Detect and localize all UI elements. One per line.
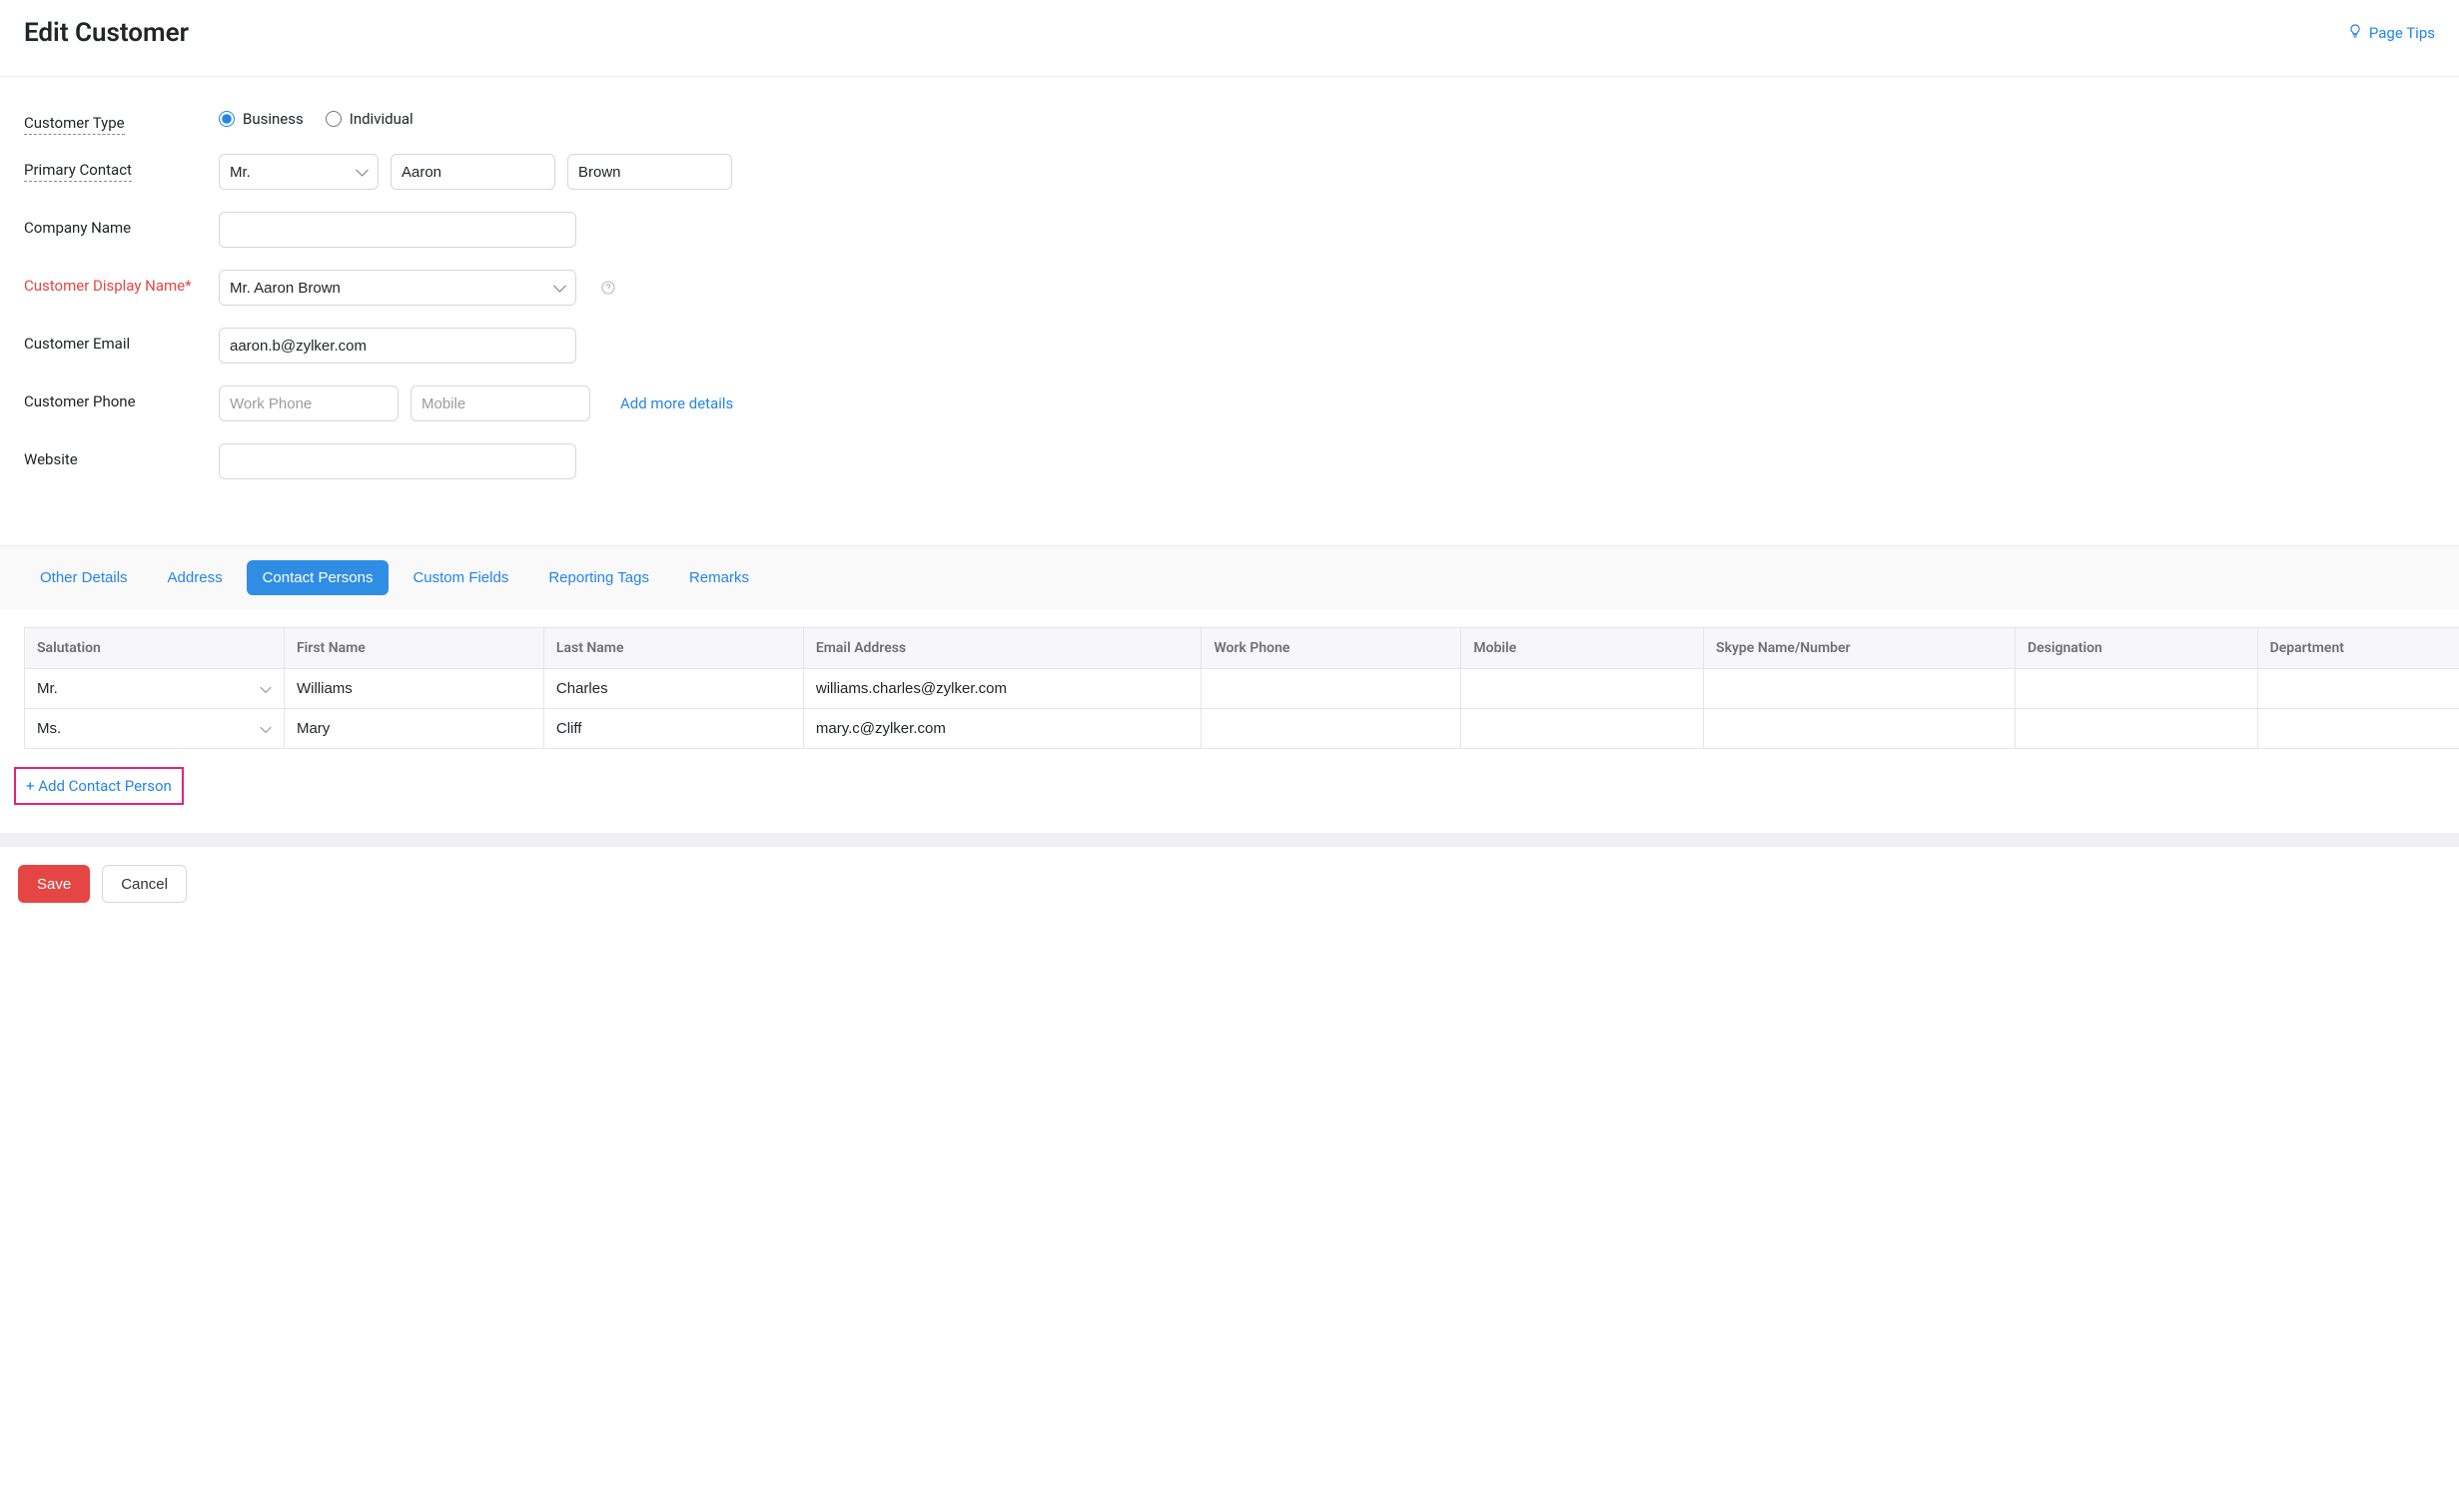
th-last-name: Last Name [543, 628, 803, 669]
th-salutation: Salutation [25, 628, 285, 669]
row-work-phone-input[interactable] [1202, 670, 1460, 708]
row-skype-input[interactable] [1704, 710, 2015, 748]
tab-reporting-tags[interactable]: Reporting Tags [532, 560, 665, 595]
add-contact-person-link[interactable]: + Add Contact Person [16, 769, 182, 803]
page-tips-link[interactable]: Page Tips [2347, 23, 2435, 43]
tab-other-details[interactable]: Other Details [24, 560, 144, 595]
radio-business[interactable]: Business [219, 110, 304, 128]
label-customer-type: Customer Type [24, 107, 219, 132]
label-display-name: Customer Display Name* [24, 270, 219, 295]
page-tips-label: Page Tips [2369, 24, 2435, 42]
first-name-input[interactable] [391, 154, 555, 190]
row-email-input[interactable] [804, 670, 1202, 708]
row-salutation-select[interactable]: Mr. [25, 670, 284, 708]
add-more-details-link[interactable]: Add more details [620, 394, 733, 412]
radio-individual-label: Individual [350, 110, 413, 128]
salutation-select[interactable]: Mr. [219, 154, 379, 190]
label-email: Customer Email [24, 328, 219, 353]
th-designation: Designation [2016, 628, 2258, 669]
row-designation-input[interactable] [2016, 670, 2257, 708]
tabs-bar: Other Details Address Contact Persons Cu… [0, 545, 2459, 609]
cancel-button[interactable]: Cancel [102, 865, 187, 903]
row-first-name-input[interactable] [285, 710, 543, 748]
save-button[interactable]: Save [18, 865, 90, 903]
row-last-name-input[interactable] [544, 710, 803, 748]
label-phone: Customer Phone [24, 385, 219, 410]
work-phone-input[interactable] [219, 385, 399, 421]
label-website: Website [24, 443, 219, 468]
tab-remarks[interactable]: Remarks [673, 560, 765, 595]
mobile-phone-input[interactable] [410, 385, 590, 421]
row-salutation-select[interactable]: Ms. [25, 710, 284, 748]
website-input[interactable] [219, 443, 576, 479]
row-department-input[interactable] [2258, 670, 2459, 708]
radio-individual[interactable]: Individual [326, 110, 413, 128]
row-mobile-input[interactable] [1461, 670, 1703, 708]
th-department: Department [2257, 628, 2459, 669]
th-skype: Skype Name/Number [1704, 628, 2016, 669]
company-name-input[interactable] [219, 212, 576, 248]
radio-business-input[interactable] [219, 111, 235, 127]
help-icon[interactable] [600, 280, 616, 296]
row-designation-input[interactable] [2016, 710, 2257, 748]
display-name-select[interactable]: Mr. Aaron Brown [219, 270, 576, 306]
radio-business-label: Business [243, 110, 304, 128]
row-skype-input[interactable] [1704, 670, 2015, 708]
label-primary-contact: Primary Contact [24, 154, 219, 179]
page-title: Edit Customer [24, 18, 189, 48]
row-department-input[interactable] [2258, 710, 2459, 748]
scroll-track [0, 833, 2459, 847]
row-email-input[interactable] [804, 710, 1202, 748]
last-name-input[interactable] [567, 154, 732, 190]
tab-custom-fields[interactable]: Custom Fields [397, 560, 524, 595]
th-email: Email Address [803, 628, 1202, 669]
row-work-phone-input[interactable] [1202, 710, 1460, 748]
tab-address[interactable]: Address [152, 560, 239, 595]
th-first-name: First Name [284, 628, 543, 669]
contact-persons-table: Salutation First Name Last Name Email Ad… [24, 627, 2459, 749]
email-input[interactable] [219, 328, 576, 364]
table-row: Ms. [25, 709, 2459, 749]
th-work-phone: Work Phone [1202, 628, 1461, 669]
table-row: Mr. [25, 669, 2459, 709]
lightbulb-icon [2347, 23, 2363, 43]
add-contact-person-highlight: + Add Contact Person [14, 767, 184, 805]
th-mobile: Mobile [1461, 628, 1704, 669]
label-company-name: Company Name [24, 212, 219, 237]
tab-contact-persons[interactable]: Contact Persons [247, 560, 390, 595]
radio-individual-input[interactable] [326, 111, 342, 127]
row-mobile-input[interactable] [1461, 710, 1703, 748]
row-first-name-input[interactable] [285, 670, 543, 708]
row-last-name-input[interactable] [544, 670, 803, 708]
